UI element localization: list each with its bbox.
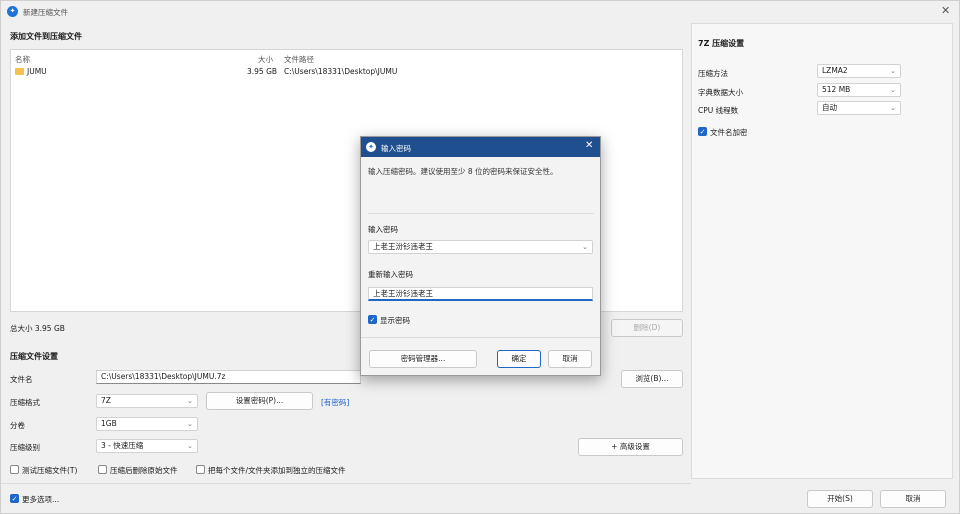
confirm-password-input[interactable]: 上老王汾钐违老王 (368, 287, 593, 301)
table-row[interactable]: JUMU 3.95 GB C:\Users\18331\Desktop\JUMU (11, 65, 682, 77)
cpu-threads-select-value: 自动 (822, 103, 837, 112)
separate-archives-checkbox[interactable] (196, 465, 205, 474)
delete-after-label: 压缩后删除原始文件 (110, 466, 178, 475)
volume-label: 分卷 (10, 421, 25, 430)
password-dialog: ✦ 输入密码 ✕ 输入压缩密码。建议使用至少 8 位的密码来保证安全性。 输入密… (360, 136, 601, 376)
more-options-checkbox[interactable]: ✓ (10, 494, 19, 503)
dialog-hint: 输入压缩密码。建议使用至少 8 位的密码来保证安全性。 (368, 167, 558, 176)
folder-icon (15, 68, 24, 75)
method-select[interactable]: LZMA2 ⌄ (817, 64, 901, 78)
separate-archives-label: 把每个文件/文件夹添加到独立的压缩文件 (208, 466, 346, 475)
volume-select[interactable]: 1GB ⌄ (96, 417, 198, 431)
column-header-path[interactable]: 文件路径 (284, 54, 314, 65)
chevron-down-icon: ⌄ (890, 104, 896, 112)
encrypted-badge: [有密码] (321, 398, 350, 407)
app-logo-icon: ✦ (366, 142, 376, 152)
test-archive-label: 测试压缩文件(T) (22, 466, 78, 475)
chevron-down-icon: ⌄ (187, 420, 193, 428)
volume-select-value: 1GB (101, 419, 117, 428)
format-label: 压缩格式 (10, 398, 40, 407)
dictionary-select-value: 512 MB (822, 85, 851, 94)
total-size: 总大小 3.95 GB (10, 324, 65, 333)
row-name: JUMU (27, 67, 47, 76)
dialog-title: 输入密码 (381, 144, 411, 153)
compression-settings-panel: 7Z 压缩设置 压缩方法 LZMA2 ⌄ 字典数据大小 512 MB ⌄ CPU… (691, 23, 953, 479)
delete-after-checkbox[interactable] (98, 465, 107, 474)
show-password-checkbox[interactable]: ✓ (368, 315, 377, 324)
row-path: C:\Users\18331\Desktop\JUMU (284, 67, 398, 76)
browse-button[interactable]: 浏览(B)... (621, 370, 683, 388)
settings-section-title: 压缩文件设置 (10, 352, 58, 361)
close-icon[interactable]: ✕ (941, 4, 950, 17)
chevron-down-icon: ⌄ (890, 67, 896, 75)
method-label: 压缩方法 (698, 69, 728, 78)
window-title: 新建压缩文件 (23, 8, 68, 17)
dictionary-label: 字典数据大小 (698, 88, 743, 97)
chevron-down-icon: ⌄ (187, 397, 193, 405)
confirm-password-label: 重新输入密码 (368, 270, 413, 279)
cpu-threads-select[interactable]: 自动 ⌄ (817, 101, 901, 115)
row-size: 3.95 GB (247, 67, 278, 76)
divider (368, 213, 594, 214)
close-icon[interactable]: ✕ (585, 140, 593, 151)
more-options-label: 更多选项... (22, 495, 60, 504)
format-select-value: 7Z (101, 396, 111, 405)
level-select-value: 3 - 快速压缩 (101, 441, 144, 450)
method-select-value: LZMA2 (822, 66, 848, 75)
cancel-button[interactable]: 取消 (880, 490, 946, 508)
encrypt-filenames-label: 文件名加密 (710, 128, 748, 137)
divider (1, 483, 691, 484)
column-header-size[interactable]: 大小 (258, 54, 273, 65)
format-select[interactable]: 7Z ⌄ (96, 394, 198, 408)
level-select[interactable]: 3 - 快速压缩 ⌄ (96, 439, 198, 453)
test-archive-checkbox[interactable] (10, 465, 19, 474)
password-label: 输入密码 (368, 225, 398, 234)
app-logo-icon: ✦ (7, 6, 18, 17)
chevron-down-icon: ⌄ (187, 442, 193, 450)
ok-button[interactable]: 确定 (497, 350, 541, 368)
title-bar: ✦ 新建压缩文件 ✕ (1, 1, 959, 23)
chevron-down-icon: ⌄ (890, 86, 896, 94)
column-header-name[interactable]: 名称 (15, 54, 30, 65)
divider (361, 337, 600, 338)
dictionary-select[interactable]: 512 MB ⌄ (817, 83, 901, 97)
filename-input[interactable]: C:\Users\18331\Desktop\JUMU.7z (96, 370, 361, 384)
delete-button[interactable]: 删除(D) (611, 319, 683, 337)
dialog-cancel-button[interactable]: 取消 (548, 350, 592, 368)
password-input-value: 上老王汾钐违老王 (373, 242, 433, 251)
dialog-title-bar: ✦ 输入密码 ✕ (361, 137, 600, 157)
advanced-settings-button[interactable]: + 高级设置 (578, 438, 683, 456)
level-label: 压缩级别 (10, 443, 40, 452)
start-button[interactable]: 开始(S) (807, 490, 873, 508)
encrypt-filenames-checkbox[interactable]: ✓ (698, 127, 707, 136)
panel-title: 7Z 压缩设置 (698, 39, 745, 48)
filename-label: 文件名 (10, 375, 33, 384)
show-password-label: 显示密码 (380, 316, 410, 325)
password-input[interactable]: 上老王汾钐违老王 ⌄ (368, 240, 593, 254)
cpu-threads-label: CPU 线程数 (698, 106, 739, 115)
password-manager-button[interactable]: 密码管理器... (369, 350, 477, 368)
chevron-down-icon: ⌄ (582, 243, 588, 251)
set-password-button[interactable]: 设置密码(P)... (206, 392, 313, 410)
files-section-title: 添加文件到压缩文件 (10, 32, 82, 41)
